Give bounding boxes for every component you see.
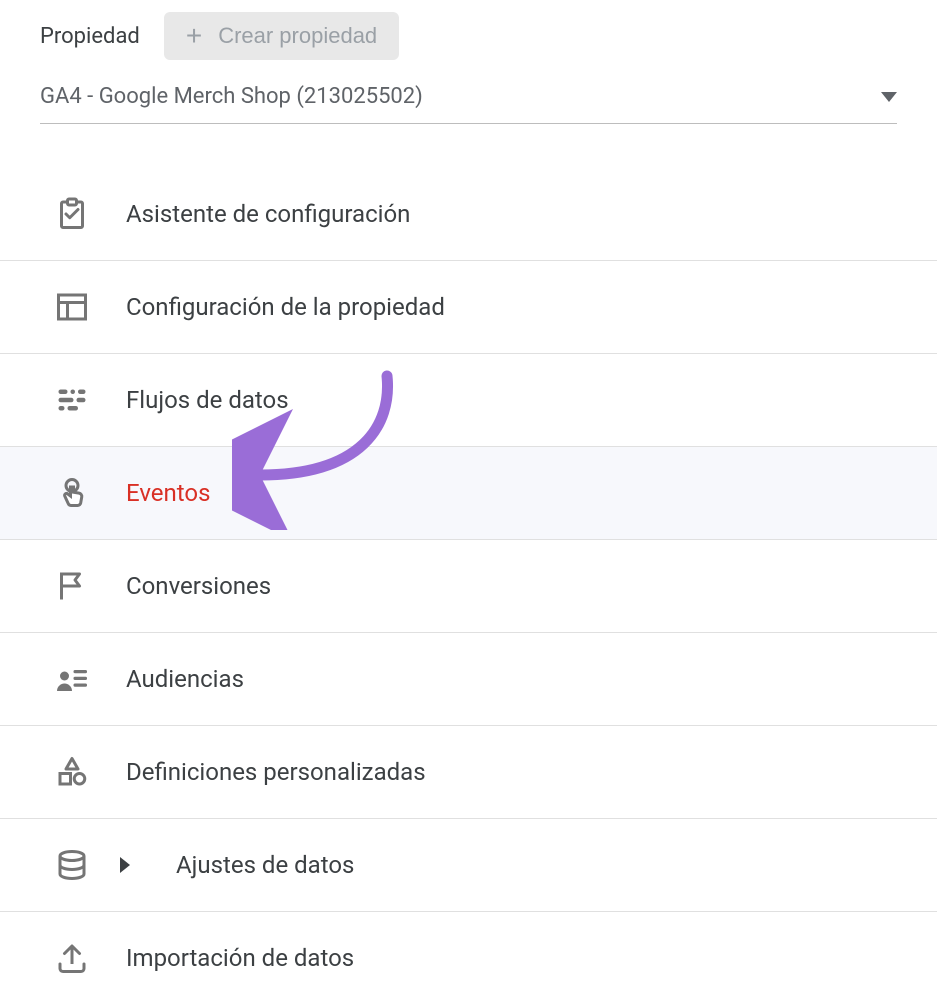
menu-item-label: Importación de datos <box>126 944 354 972</box>
menu-item-label: Asistente de configuración <box>126 200 410 228</box>
create-property-button[interactable]: + Crear propiedad <box>164 12 399 60</box>
menu-item-custom-definitions[interactable]: Definiciones personalizadas <box>0 726 937 819</box>
property-name: GA4 - Google Merch Shop (213025502) <box>40 84 423 109</box>
menu-item-label: Configuración de la propiedad <box>126 293 445 321</box>
plus-icon: + <box>186 22 202 50</box>
touch-icon <box>54 475 90 511</box>
audiences-icon <box>54 661 90 697</box>
menu-item-label: Audiencias <box>126 665 244 693</box>
menu-item-data-settings[interactable]: Ajustes de datos <box>0 819 937 912</box>
property-selector[interactable]: GA4 - Google Merch Shop (213025502) <box>40 80 897 124</box>
property-menu: Asistente de configuración Configuración… <box>0 128 937 1004</box>
menu-item-events[interactable]: Eventos <box>0 447 937 540</box>
caret-down-icon <box>881 92 897 102</box>
menu-item-label: Eventos <box>126 479 210 507</box>
menu-item-label: Ajustes de datos <box>176 851 354 879</box>
flag-icon <box>54 568 90 604</box>
menu-item-label: Conversiones <box>126 572 271 600</box>
database-icon <box>54 847 90 883</box>
menu-item-data-streams[interactable]: Flujos de datos <box>0 354 937 447</box>
menu-item-label: Definiciones personalizadas <box>126 758 426 786</box>
clipboard-check-icon <box>54 196 90 232</box>
menu-item-audiences[interactable]: Audiencias <box>0 633 937 726</box>
property-header-label: Propiedad <box>40 24 140 49</box>
shapes-icon <box>54 754 90 790</box>
data-streams-icon <box>54 382 90 418</box>
property-header: Propiedad + Crear propiedad <box>0 12 937 80</box>
expand-right-icon <box>120 857 130 873</box>
menu-item-property-settings[interactable]: Configuración de la propiedad <box>0 261 937 354</box>
menu-item-setup-assistant[interactable]: Asistente de configuración <box>0 168 937 261</box>
layout-icon <box>54 289 90 325</box>
menu-item-data-import[interactable]: Importación de datos <box>0 912 937 1004</box>
create-property-label: Crear propiedad <box>218 23 377 49</box>
menu-item-label: Flujos de datos <box>126 386 289 414</box>
menu-item-conversions[interactable]: Conversiones <box>0 540 937 633</box>
upload-icon <box>54 940 90 976</box>
